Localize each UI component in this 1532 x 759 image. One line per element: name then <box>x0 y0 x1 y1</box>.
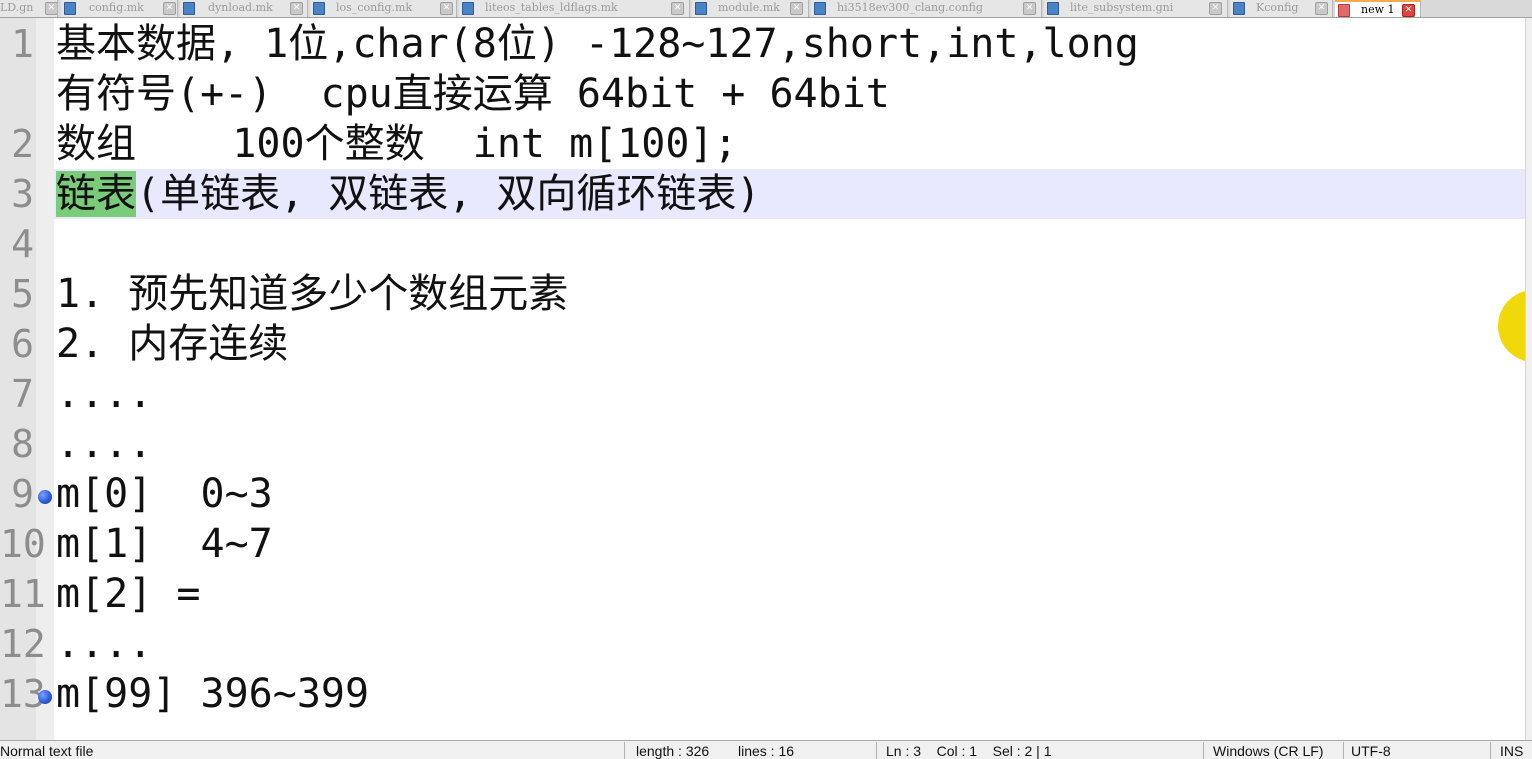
file-icon <box>183 2 195 15</box>
code-line[interactable]: 数组 100个整数 int m[100]; <box>56 119 738 169</box>
line-number: 3 <box>11 172 34 216</box>
tab-hi3518ev300-clang-config[interactable]: hi3518ev300_clang.config ✕ <box>811 0 1042 17</box>
tab-label: module.mk <box>718 1 780 14</box>
tab-label: Kconfig <box>1256 1 1299 14</box>
file-icon <box>313 2 325 15</box>
tab-label: dynload.mk <box>208 1 273 14</box>
code-line[interactable]: .... <box>56 619 152 669</box>
code-line[interactable]: .... <box>56 419 152 469</box>
line-number: 10 <box>0 522 46 566</box>
line-number: 2 <box>11 122 34 166</box>
line-number: 11 <box>0 572 46 616</box>
tab-liteos-tables-ldflags-mk[interactable]: liteos_tables_ldflags.mk ✕ <box>459 0 690 17</box>
close-icon[interactable]: ✕ <box>440 2 453 15</box>
line-number: 1 <box>11 22 34 66</box>
tab-label: liteos_tables_ldflags.mk <box>485 1 618 14</box>
code-line[interactable]: m[99] 396~399 <box>56 669 369 719</box>
close-icon[interactable]: ✕ <box>1209 2 1222 15</box>
tab-kconfig[interactable]: Kconfig ✕ <box>1230 0 1333 17</box>
close-icon[interactable]: ✕ <box>290 2 303 15</box>
close-icon[interactable]: ✕ <box>45 2 57 15</box>
tab-new-1[interactable]: new 1 ✕ <box>1335 0 1421 17</box>
close-icon[interactable]: ✕ <box>1315 2 1328 15</box>
close-icon[interactable]: ✕ <box>1402 4 1415 17</box>
line-number: 12 <box>0 622 46 666</box>
status-separator <box>1490 742 1491 759</box>
status-encoding: UTF-8 <box>1351 743 1391 759</box>
status-position: Ln : 3 Col : 1 Sel : 2 | 1 <box>886 743 1052 759</box>
text-selection[interactable]: 链表 <box>56 171 136 217</box>
status-eol: Windows (CR LF) <box>1213 743 1324 759</box>
tab-label: config.mk <box>89 1 144 14</box>
file-icon <box>1233 2 1245 15</box>
file-icon <box>695 2 707 15</box>
status-file-type: Normal text file <box>0 743 94 759</box>
status-separator <box>1343 742 1344 759</box>
status-separator <box>1203 742 1204 759</box>
line-number: 4 <box>11 222 34 266</box>
code-line-current[interactable]: 链表(单链表, 双链表, 双向循环链表) <box>56 169 761 219</box>
code-line[interactable]: .... <box>56 369 152 419</box>
code-line[interactable]: 基本数据, 1位,char(8位) -128~127,short,int,lon… <box>56 19 1139 69</box>
code-line[interactable]: m[1] 4~7 <box>56 519 273 569</box>
code-line[interactable]: 1. 预先知道多少个数组元素 <box>56 269 568 319</box>
close-icon[interactable]: ✕ <box>163 2 176 15</box>
file-icon <box>462 2 474 15</box>
tab-ld-gn[interactable]: LD.gn ✕ <box>0 0 58 17</box>
tab-config-mk[interactable]: config.mk ✕ <box>61 0 178 17</box>
bookmark-icon[interactable] <box>38 490 52 504</box>
line-number: 6 <box>11 322 34 366</box>
line-number: 7 <box>11 372 34 416</box>
tab-label: los_config.mk <box>336 1 413 14</box>
file-icon <box>64 2 76 15</box>
code-line[interactable]: 2. 内存连续 <box>56 319 288 369</box>
status-separator <box>624 742 625 759</box>
tab-lite-subsystem-gni[interactable]: lite_subsystem.gni ✕ <box>1044 0 1228 17</box>
unsaved-file-icon <box>1338 4 1350 17</box>
tab-los-config-mk[interactable]: los_config.mk ✕ <box>310 0 457 17</box>
tab-module-mk[interactable]: module.mk ✕ <box>692 0 809 17</box>
status-length: length : 326 <box>636 743 710 759</box>
vertical-scrollbar[interactable] <box>1525 18 1532 740</box>
tab-bar: LD.gn ✕ config.mk ✕ dynload.mk ✕ los_con… <box>0 0 1532 18</box>
tab-label: LD.gn <box>0 1 34 14</box>
bookmark-icon[interactable] <box>38 690 52 704</box>
close-icon[interactable]: ✕ <box>1023 2 1036 15</box>
editor-area[interactable]: 1 2 3 4 5 6 7 8 9 10 11 12 13 基本数据, 1位,c… <box>0 18 1532 740</box>
code-line[interactable]: 有符号(+-) cpu直接运算 64bit + 64bit <box>56 69 890 119</box>
tab-dynload-mk[interactable]: dynload.mk ✕ <box>180 0 308 17</box>
status-lines: lines : 16 <box>738 743 795 759</box>
code-text: (单链表, 双链表, 双向循环链表) <box>136 171 761 217</box>
code-line[interactable]: m[2] = <box>56 569 201 619</box>
tab-label: hi3518ev300_clang.config <box>837 1 983 14</box>
status-insert-mode: INS <box>1500 743 1524 759</box>
tab-label: lite_subsystem.gni <box>1070 1 1174 14</box>
status-separator <box>876 742 877 759</box>
close-icon[interactable]: ✕ <box>671 2 684 15</box>
status-bar: Normal text file length : 326 lines : 16… <box>0 740 1532 759</box>
close-icon[interactable]: ✕ <box>790 2 803 15</box>
line-number: 8 <box>11 422 34 466</box>
file-icon <box>814 2 826 15</box>
tab-label: new 1 <box>1361 3 1395 16</box>
file-icon <box>1047 2 1059 15</box>
code-line[interactable]: m[0] 0~3 <box>56 469 273 519</box>
line-number: 5 <box>11 272 34 316</box>
